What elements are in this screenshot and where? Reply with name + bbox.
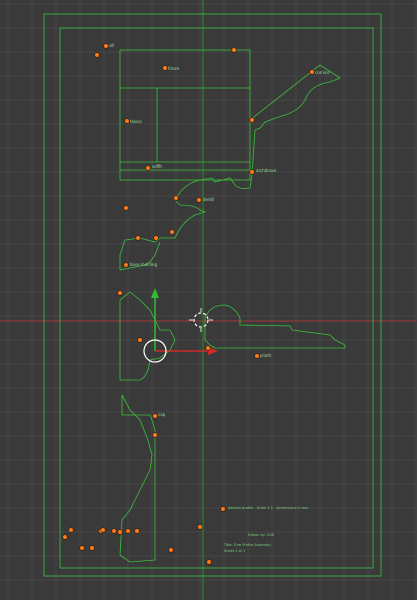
label-right-top: cornice [315,70,330,75]
vertex-point[interactable] [124,118,130,124]
vertex-point[interactable] [220,506,226,512]
vertex-point[interactable] [117,290,123,296]
label-base: base molding [130,262,157,267]
label-center-lower: cap [158,412,166,417]
label-right-low: plinth [260,353,272,358]
label-center-low: dentil [203,197,214,202]
vertex-point[interactable] [145,165,151,171]
label-mid-top: frieze [168,66,180,71]
vertex-point[interactable] [89,545,95,551]
vertex-point[interactable] [205,345,211,351]
vertex-point[interactable] [254,353,260,359]
vertex-point[interactable] [231,47,237,53]
drawing-lines [119,49,346,563]
vertex-point[interactable] [197,524,203,530]
label-center-mid: soffit [152,164,162,169]
vertex-point[interactable] [153,235,159,241]
vertex-point[interactable] [169,229,175,235]
bottom-note-4: Sheet 1 of 1 [224,549,245,553]
vertex-point[interactable] [100,527,106,533]
vertex-point[interactable] [162,65,168,71]
bottom-note-3: Title: Trim Profile Assembly [223,543,271,547]
vertex-point[interactable] [249,169,255,175]
inner-frame [59,27,374,569]
vertex-point[interactable] [103,43,109,49]
label-top: sill [109,43,114,48]
vertex-point[interactable] [152,432,158,438]
vertex-point[interactable] [206,559,212,565]
vertex-point[interactable] [309,69,315,75]
3d-viewport[interactable]: sill frieze cornice fascia architrave so… [0,0,417,600]
vertex-point[interactable] [79,545,85,551]
label-left-mid: fascia [130,119,142,124]
viewport-canvas[interactable]: sill frieze cornice fascia architrave so… [0,0,417,600]
vertex-point[interactable] [68,527,74,533]
vertex-point[interactable] [152,413,158,419]
viewport-grid [0,0,417,600]
transform-gizmo[interactable] [143,288,218,363]
3d-cursor[interactable] [189,308,213,332]
vertex-point[interactable] [111,528,117,534]
outer-frame [43,13,382,577]
vertex-point[interactable] [62,534,68,540]
label-right-mid: architrave [256,168,277,173]
vertex-point[interactable] [134,528,140,534]
vertex-point[interactable] [137,337,143,343]
vertex-point[interactable] [123,262,129,268]
bottom-note-2: Drawn by: CAD [248,533,275,537]
vertex-point[interactable] [94,52,100,58]
vertex-point[interactable] [249,117,255,123]
vertex-point[interactable] [117,529,123,535]
vertex-points[interactable] [62,43,315,565]
vertex-point[interactable] [173,195,179,201]
vertex-point[interactable] [168,547,174,553]
bottom-note-1: Section profile - Scale 1:5 - dimensions… [228,506,309,510]
vertex-point[interactable] [135,235,141,241]
vertex-point[interactable] [196,197,202,203]
vertex-point[interactable] [123,205,129,211]
vertex-point[interactable] [125,528,131,534]
